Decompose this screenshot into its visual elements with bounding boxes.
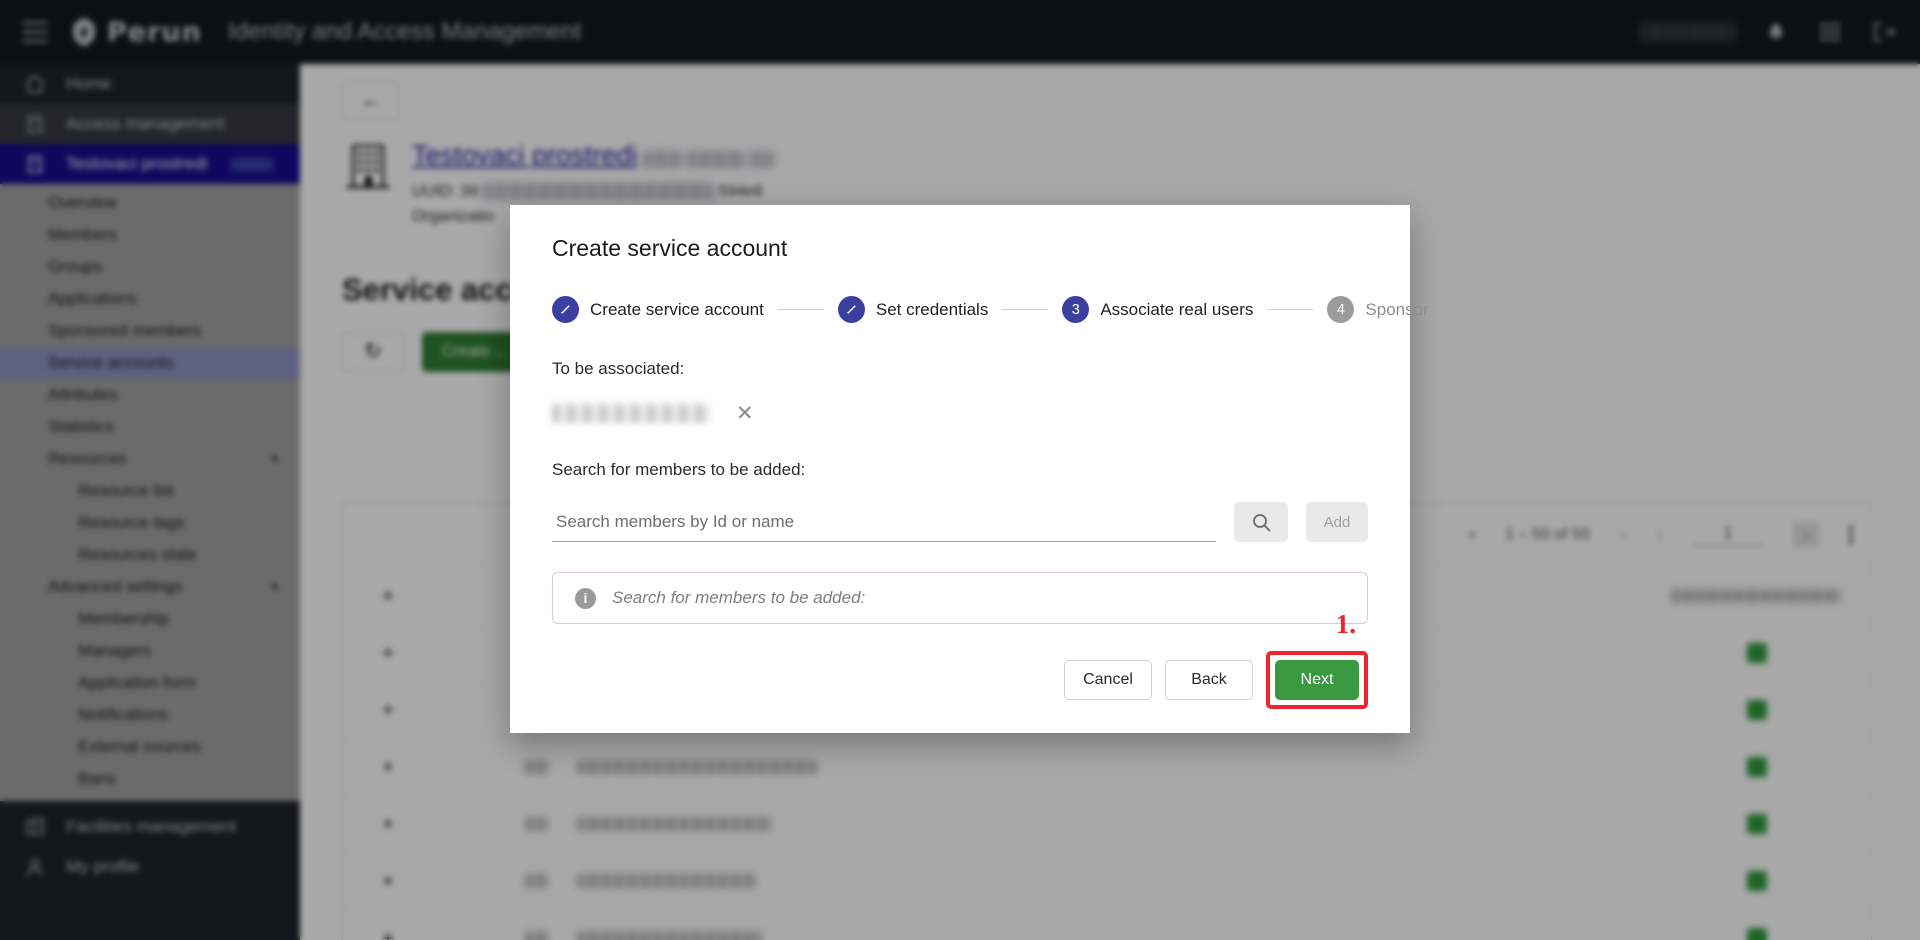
create-service-account-dialog: Create service account Create service ac… (510, 205, 1410, 733)
step-label: Set credentials (876, 300, 988, 320)
step-label: Create service account (590, 300, 764, 320)
step-create-service-account[interactable]: Create service account (552, 296, 764, 323)
next-button[interactable]: Next (1275, 660, 1359, 700)
search-members-row: Add (552, 502, 1368, 542)
back-button[interactable]: Back (1165, 660, 1253, 700)
step-number-badge: 4 (1327, 296, 1354, 323)
pencil-icon (838, 296, 865, 323)
dialog-actions: Cancel Back 1. Next (1064, 651, 1368, 709)
dialog-title: Create service account (552, 235, 1368, 262)
search-members-label: Search for members to be added: (552, 460, 1368, 480)
step-connector (1002, 309, 1048, 310)
next-button-highlight: 1. Next (1266, 651, 1368, 709)
step-number-badge: 3 (1062, 296, 1089, 323)
wizard-stepper: Create service account Set credentials 3… (552, 296, 1368, 323)
info-alert: i Search for members to be added: (552, 572, 1368, 624)
cancel-button[interactable]: Cancel (1064, 660, 1152, 700)
add-member-button[interactable]: Add (1306, 502, 1368, 542)
associated-member-row: ✕ (552, 403, 1368, 424)
pencil-icon (552, 296, 579, 323)
step-sponsor[interactable]: 4 Sponsor (1327, 296, 1428, 323)
to-be-associated-label: To be associated: (552, 359, 1368, 379)
associated-member-chip (552, 404, 710, 423)
step-connector (1267, 309, 1313, 310)
step-set-credentials[interactable]: Set credentials (838, 296, 988, 323)
annotation-step-number: 1. (1336, 609, 1356, 640)
step-label: Sponsor (1365, 300, 1428, 320)
step-label: Associate real users (1100, 300, 1253, 320)
search-input[interactable] (552, 506, 1216, 542)
info-icon: i (575, 588, 596, 609)
step-associate-real-users[interactable]: 3 Associate real users (1062, 296, 1253, 323)
search-icon[interactable] (1234, 502, 1288, 542)
close-icon[interactable]: ✕ (736, 403, 754, 424)
info-alert-text: Search for members to be added: (612, 588, 865, 608)
step-connector (778, 309, 824, 310)
